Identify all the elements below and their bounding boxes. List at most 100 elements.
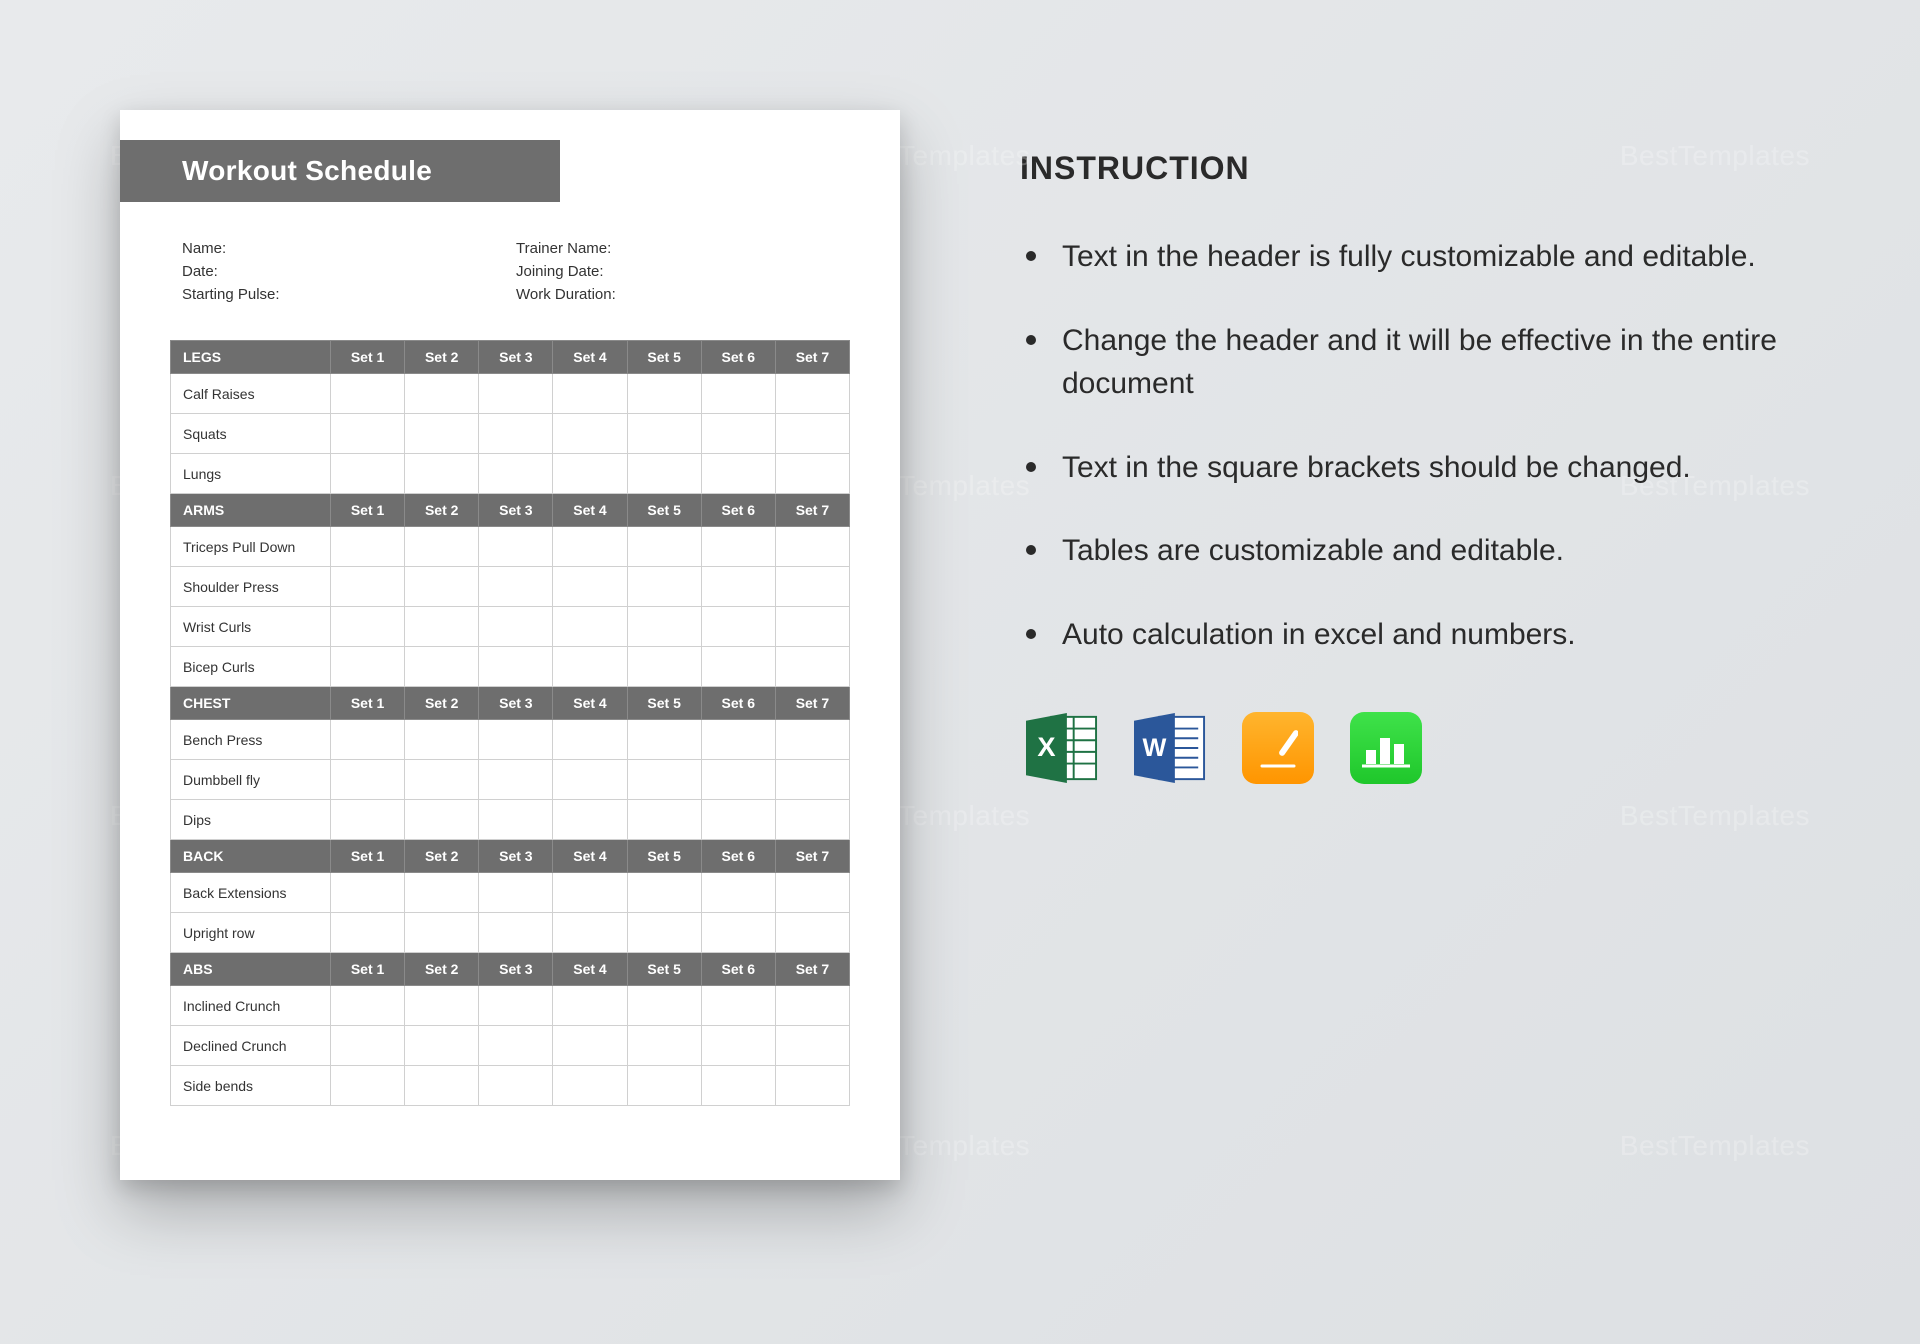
set-cell	[553, 607, 627, 647]
set-cell	[331, 800, 405, 840]
set-header: Set 4	[553, 687, 627, 720]
set-cell	[479, 913, 553, 953]
exercise-name: Triceps Pull Down	[171, 527, 331, 567]
set-header: Set 1	[331, 494, 405, 527]
set-cell	[701, 607, 775, 647]
exercise-row: Squats	[171, 414, 850, 454]
set-header: Set 2	[405, 953, 479, 986]
set-cell	[627, 1066, 701, 1106]
set-cell	[405, 1066, 479, 1106]
set-cell	[479, 647, 553, 687]
set-cell	[627, 800, 701, 840]
svg-text:X: X	[1037, 731, 1055, 762]
set-header: Set 3	[479, 687, 553, 720]
set-cell	[479, 1066, 553, 1106]
set-cell	[331, 913, 405, 953]
set-cell	[553, 647, 627, 687]
set-cell	[701, 567, 775, 607]
set-header: Set 4	[553, 840, 627, 873]
set-cell	[405, 454, 479, 494]
set-cell	[479, 720, 553, 760]
set-cell	[775, 913, 849, 953]
exercise-row: Back Extensions	[171, 873, 850, 913]
set-cell	[701, 414, 775, 454]
set-cell	[479, 374, 553, 414]
section-group-label: CHEST	[171, 687, 331, 720]
set-cell	[479, 607, 553, 647]
set-header: Set 7	[775, 494, 849, 527]
set-cell	[479, 567, 553, 607]
set-cell	[775, 454, 849, 494]
set-cell	[331, 454, 405, 494]
set-cell	[627, 647, 701, 687]
set-cell	[331, 760, 405, 800]
meta-date: Date:	[182, 263, 516, 280]
section-group-label: ABS	[171, 953, 331, 986]
set-cell	[775, 527, 849, 567]
set-cell	[479, 873, 553, 913]
set-header: Set 4	[553, 494, 627, 527]
set-cell	[405, 1026, 479, 1066]
set-header: Set 3	[479, 840, 553, 873]
set-header: Set 6	[701, 494, 775, 527]
exercise-row: Dumbbell fly	[171, 760, 850, 800]
set-cell	[775, 760, 849, 800]
set-header: Set 2	[405, 687, 479, 720]
numbers-icon	[1350, 712, 1422, 784]
exercise-row: Calf Raises	[171, 374, 850, 414]
set-cell	[775, 374, 849, 414]
instruction-item: Text in the square brackets should be ch…	[1020, 446, 1780, 490]
set-cell	[553, 1026, 627, 1066]
set-cell	[553, 527, 627, 567]
section-group-label: ARMS	[171, 494, 331, 527]
set-cell	[405, 527, 479, 567]
set-cell	[331, 1066, 405, 1106]
set-cell	[627, 607, 701, 647]
exercise-row: Bicep Curls	[171, 647, 850, 687]
set-cell	[479, 760, 553, 800]
set-header: Set 5	[627, 953, 701, 986]
set-cell	[553, 913, 627, 953]
set-cell	[701, 1026, 775, 1066]
word-icon: W	[1134, 712, 1206, 784]
section-header-row: LEGSSet 1Set 2Set 3Set 4Set 5Set 6Set 7	[171, 341, 850, 374]
document-title: Workout Schedule	[182, 155, 432, 187]
exercise-name: Bicep Curls	[171, 647, 331, 687]
set-cell	[553, 760, 627, 800]
set-cell	[553, 800, 627, 840]
set-cell	[405, 647, 479, 687]
set-cell	[775, 607, 849, 647]
svg-text:W: W	[1142, 734, 1166, 762]
set-cell	[627, 454, 701, 494]
set-cell	[775, 720, 849, 760]
set-cell	[627, 414, 701, 454]
set-header: Set 3	[479, 341, 553, 374]
set-cell	[479, 454, 553, 494]
set-cell	[405, 800, 479, 840]
set-cell	[553, 454, 627, 494]
set-header: Set 2	[405, 341, 479, 374]
exercise-row: Declined Crunch	[171, 1026, 850, 1066]
section-group-label: LEGS	[171, 341, 331, 374]
set-cell	[479, 800, 553, 840]
set-cell	[775, 414, 849, 454]
set-cell	[331, 607, 405, 647]
document-preview: Workout Schedule Name: Trainer Name: Dat…	[120, 110, 900, 1180]
document-meta: Name: Trainer Name: Date: Joining Date: …	[182, 240, 850, 303]
set-cell	[775, 986, 849, 1026]
set-cell	[405, 374, 479, 414]
set-cell	[331, 567, 405, 607]
exercise-name: Side bends	[171, 1066, 331, 1106]
set-header: Set 7	[775, 953, 849, 986]
set-cell	[701, 720, 775, 760]
meta-trainer-name: Trainer Name:	[516, 240, 850, 257]
set-header: Set 2	[405, 840, 479, 873]
exercise-name: Dumbbell fly	[171, 760, 331, 800]
set-cell	[775, 1026, 849, 1066]
exercise-name: Bench Press	[171, 720, 331, 760]
exercise-name: Upright row	[171, 913, 331, 953]
set-header: Set 6	[701, 840, 775, 873]
set-cell	[405, 607, 479, 647]
exercise-row: Upright row	[171, 913, 850, 953]
exercise-name: Shoulder Press	[171, 567, 331, 607]
